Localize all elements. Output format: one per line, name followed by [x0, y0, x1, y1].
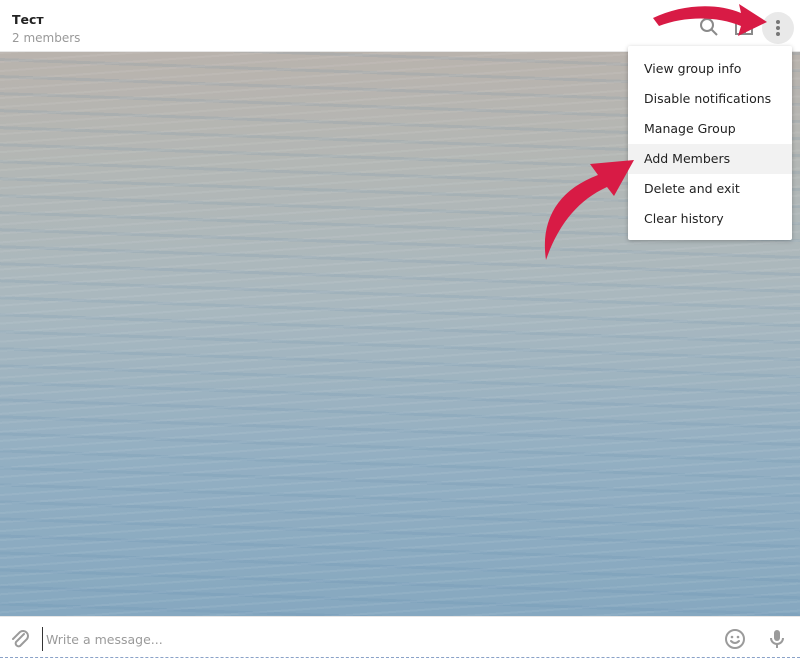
menu-item-add-members[interactable]: Add Members — [628, 144, 792, 174]
menu-item-view-group-info[interactable]: View group info — [628, 54, 792, 84]
sidebar-icon[interactable] — [733, 16, 755, 38]
menu-item-clear-history[interactable]: Clear history — [628, 204, 792, 234]
menu-item-manage-group[interactable]: Manage Group — [628, 114, 792, 144]
search-icon[interactable] — [698, 16, 720, 38]
chat-options-menu: View group info Disable notifications Ma… — [628, 46, 792, 240]
message-composer — [0, 616, 800, 660]
chat-title[interactable]: Тест — [12, 12, 44, 27]
menu-item-disable-notifications[interactable]: Disable notifications — [628, 84, 792, 114]
chat-header: Тест 2 members — [0, 0, 800, 52]
more-options-button[interactable] — [762, 12, 794, 44]
paperclip-icon[interactable] — [8, 627, 32, 651]
message-input[interactable] — [42, 627, 708, 651]
chat-members-count[interactable]: 2 members — [12, 31, 80, 45]
menu-item-delete-and-exit[interactable]: Delete and exit — [628, 174, 792, 204]
microphone-icon[interactable] — [765, 627, 789, 651]
smiley-icon[interactable] — [723, 627, 747, 651]
more-vertical-icon — [776, 20, 780, 24]
